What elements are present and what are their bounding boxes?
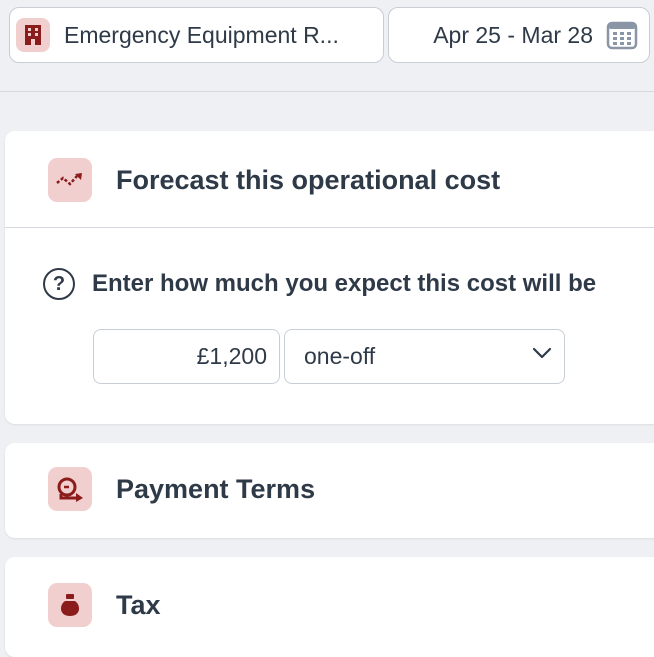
money-bag-icon (48, 583, 92, 627)
help-text: Enter how much you expect this cost will… (92, 270, 597, 297)
date-range-selector[interactable]: Apr 25 - Mar 28 (388, 7, 650, 63)
tax-card[interactable]: Tax (5, 557, 654, 657)
frequency-select[interactable]: one-off (284, 329, 565, 384)
payment-terms-icon (48, 467, 92, 511)
payment-terms-header[interactable]: Payment Terms (48, 467, 315, 511)
question-icon[interactable]: ? (43, 268, 75, 300)
frequency-value: one-off (304, 343, 376, 369)
tax-title: Tax (116, 589, 161, 620)
forecast-header[interactable]: Forecast this operational cost (48, 158, 500, 202)
payment-terms-card[interactable]: Payment Terms (5, 443, 654, 538)
department-label: Emergency Equipment R... (64, 21, 339, 48)
chevron-down-icon (532, 346, 552, 364)
trend-up-icon (48, 158, 92, 202)
department-selector[interactable]: Emergency Equipment R... (9, 7, 384, 63)
building-icon (16, 18, 50, 52)
forecast-title: Forecast this operational cost (116, 164, 501, 195)
help-row: ? Enter how much you expect this cost wi… (43, 268, 596, 300)
forecast-card: Forecast this operational cost ? Enter h… (5, 131, 654, 424)
date-range-label: Apr 25 - Mar 28 (433, 21, 593, 48)
payment-terms-title: Payment Terms (116, 473, 316, 504)
tax-header[interactable]: Tax (48, 583, 161, 627)
top-bar: Emergency Equipment R... Apr 25 - Mar 28 (0, 0, 654, 92)
divider (5, 227, 654, 228)
calendar-icon (605, 19, 639, 51)
amount-input[interactable] (93, 329, 280, 384)
